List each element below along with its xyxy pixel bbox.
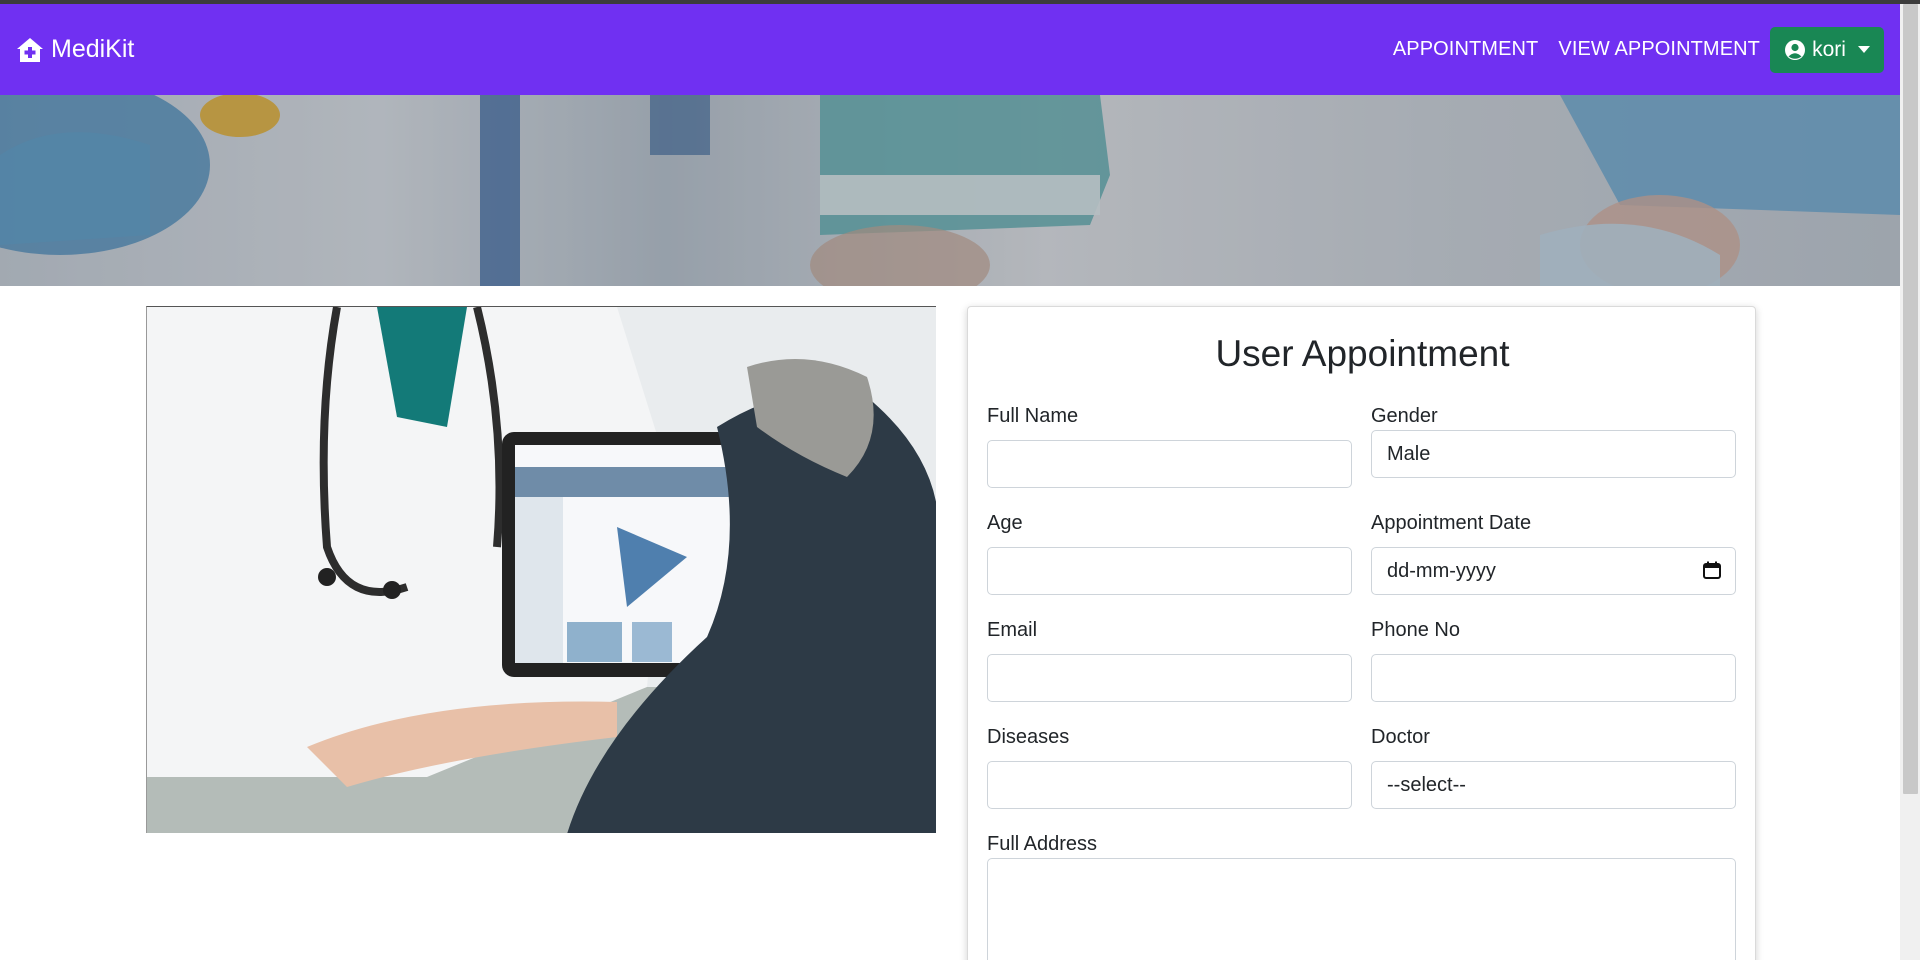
scrollbar-top-edge [1900,0,1920,4]
age-field[interactable] [1003,559,1336,583]
doctor-select[interactable]: --select-- [1371,761,1736,809]
full-address-label: Full Address [987,833,1098,855]
diseases-field[interactable] [1003,773,1336,797]
gender-value: Male [1387,442,1431,465]
nav-links: APPOINTMENT VIEW APPOINTMENT kori [1373,26,1884,73]
scrollbar-thumb[interactable] [1903,4,1918,794]
house-medical-icon [17,37,43,62]
diseases-label: Diseases [987,726,1070,748]
doctor-select-value: --select-- [1387,773,1466,796]
brand-link[interactable]: MediKit [16,35,134,64]
navbar: MediKit APPOINTMENT VIEW APPOINTMENT kor… [0,4,1900,95]
email-field[interactable] [1003,666,1336,690]
chevron-down-icon [1857,46,1870,53]
hero-banner-image [0,95,1900,286]
doctor-label: Doctor [1371,726,1430,748]
appointment-form-card: User Appointment Full Name Gender Male A… [967,306,1756,960]
full-address-textarea[interactable] [987,858,1736,960]
phone-input[interactable] [1371,654,1736,702]
appointment-date-label: Appointment Date [1371,512,1532,534]
phone-label: Phone No [1371,619,1460,641]
doctor-tablet-image [146,306,936,833]
user-menu-button[interactable]: kori [1770,26,1884,73]
nav-link-view-appointment[interactable]: VIEW APPOINTMENT [1558,38,1760,61]
brand-name: MediKit [51,35,135,63]
nav-link-appointment[interactable]: APPOINTMENT [1393,38,1539,61]
age-label: Age [987,512,1023,534]
date-placeholder: dd-mm-yyyy [1387,559,1496,582]
form-title: User Appointment [1215,333,1510,374]
calendar-icon[interactable] [1703,561,1721,579]
full-name-field[interactable] [1003,452,1336,476]
appointment-date-input[interactable]: dd-mm-yyyy [1371,547,1736,595]
full-name-input[interactable] [987,440,1352,488]
age-input[interactable] [987,547,1352,595]
diseases-input[interactable] [987,761,1352,809]
full-name-label: Full Name [987,405,1079,427]
email-input[interactable] [987,654,1352,702]
user-name: kori [1812,37,1846,61]
gender-input[interactable]: Male [1371,430,1736,478]
phone-field[interactable] [1387,666,1720,690]
user-circle-icon [1785,39,1806,60]
page-scrollbar[interactable] [1900,0,1920,960]
gender-label: Gender [1371,405,1438,427]
banner-overlay [0,95,1900,286]
email-label: Email [987,619,1038,641]
